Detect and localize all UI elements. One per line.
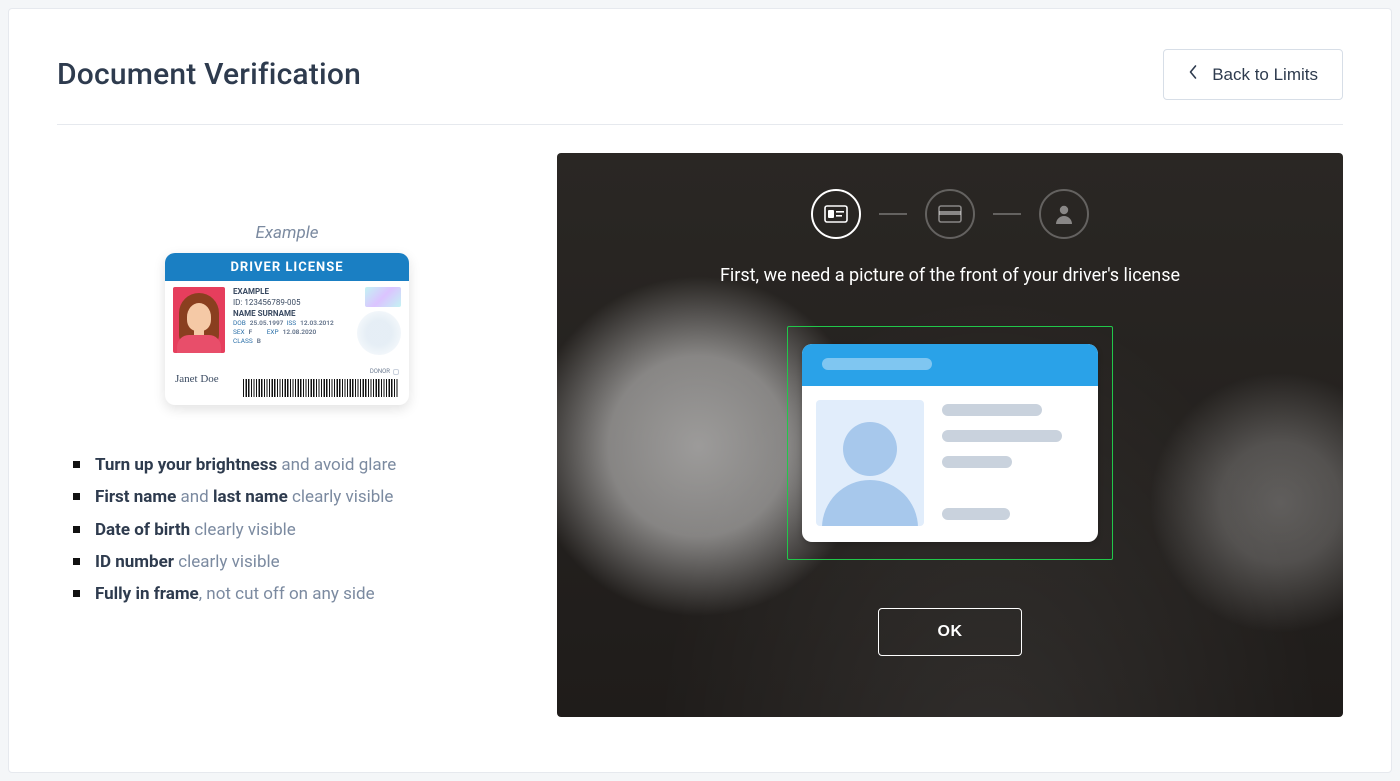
chevron-left-icon (1188, 64, 1198, 85)
page-title: Document Verification (57, 57, 361, 92)
camera-instruction: First, we need a picture of the front of… (720, 265, 1180, 286)
hologram-icon (365, 287, 401, 307)
example-line1: EXAMPLE (233, 287, 269, 296)
tip-item: ID number clearly visible (73, 546, 517, 578)
barcode-icon (243, 379, 399, 397)
camera-panel: First, we need a picture of the front of… (557, 153, 1343, 717)
back-to-limits-button[interactable]: Back to Limits (1163, 49, 1343, 100)
example-donor: DONOR (370, 368, 399, 375)
ok-button[interactable]: OK (878, 608, 1022, 656)
example-info: EXAMPLE ID: 123456789-005 NAME SURNAME D… (233, 287, 401, 357)
tips-list: Turn up your brightness and avoid glare … (57, 449, 517, 610)
header-row: Document Verification Back to Limits (57, 49, 1343, 100)
id-card-illustration (802, 344, 1098, 542)
step-connector (993, 213, 1021, 215)
content-row: Example DRIVER LICENSE EXAMPLE ID: 12345… (57, 153, 1343, 717)
step-indicator (811, 189, 1089, 239)
tip-item: Turn up your brightness and avoid glare (73, 449, 517, 481)
example-card-header: DRIVER LICENSE (165, 253, 409, 281)
example-driver-license: DRIVER LICENSE EXAMPLE ID: 123456789-005… (165, 253, 409, 405)
tip-item: Fully in frame, not cut off on any side (73, 578, 517, 610)
example-name: NAME SURNAME (233, 309, 296, 318)
verification-card: Document Verification Back to Limits Exa… (8, 8, 1392, 773)
globe-icon (357, 311, 401, 355)
step-front-id-icon (811, 189, 861, 239)
example-card-wrap: DRIVER LICENSE EXAMPLE ID: 123456789-005… (57, 253, 517, 405)
example-signature: Janet Doe (175, 373, 219, 385)
example-photo (173, 287, 225, 353)
step-connector (879, 213, 907, 215)
camera-column: First, we need a picture of the front of… (557, 153, 1343, 717)
divider (57, 124, 1343, 125)
tip-item: Date of birth clearly visible (73, 514, 517, 546)
person-silhouette-icon (816, 400, 924, 526)
example-label: Example (57, 223, 517, 243)
step-selfie-icon (1039, 189, 1089, 239)
tip-item: First name and last name clearly visible (73, 481, 517, 513)
example-column: Example DRIVER LICENSE EXAMPLE ID: 12345… (57, 153, 517, 717)
step-back-id-icon (925, 189, 975, 239)
capture-frame (787, 326, 1113, 560)
back-button-label: Back to Limits (1212, 65, 1318, 85)
